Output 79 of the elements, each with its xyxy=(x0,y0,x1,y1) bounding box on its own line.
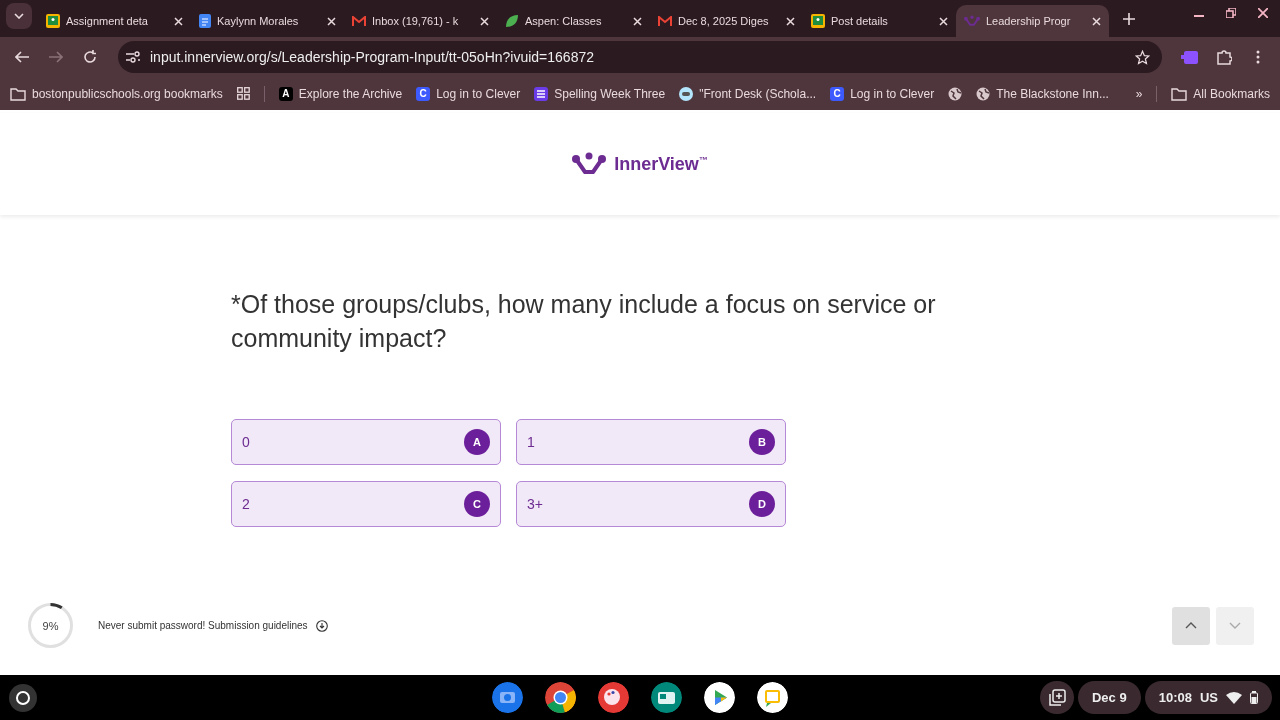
answer-option[interactable]: 2 C xyxy=(231,481,501,527)
more-bookmarks-button[interactable]: » xyxy=(1135,86,1143,101)
gallery-icon xyxy=(1048,688,1066,707)
browser-tab[interactable]: Assignment deta xyxy=(38,5,191,37)
battery-icon xyxy=(1250,691,1258,704)
mail-icon xyxy=(352,15,366,27)
classroom-icon xyxy=(811,14,825,28)
close-icon[interactable] xyxy=(327,16,336,26)
forward-arrow-icon[interactable] xyxy=(49,51,63,63)
puzzle-icon[interactable] xyxy=(1216,49,1232,65)
extension-icon[interactable] xyxy=(1181,49,1199,65)
launcher-icon[interactable] xyxy=(8,682,38,713)
close-icon[interactable] xyxy=(633,16,642,26)
globe-icon xyxy=(976,86,991,101)
browser-tab[interactable]: Inbox (19,761) - k xyxy=(344,5,497,37)
date-button[interactable]: Dec 9 xyxy=(1078,681,1141,714)
chevron-down-icon xyxy=(14,13,24,19)
robot-icon xyxy=(679,86,694,101)
bookmark-item[interactable]: Spelling Week Three xyxy=(534,86,666,101)
chevron-down-icon xyxy=(1229,622,1241,629)
bookmark-item[interactable]: The Blackstone Inn... xyxy=(976,86,1109,101)
browser-tab[interactable]: Dec 8, 2025 Diges xyxy=(650,5,803,37)
close-icon[interactable] xyxy=(1258,7,1268,18)
folder-icon xyxy=(1171,86,1188,101)
camera-app-icon[interactable] xyxy=(492,682,523,713)
reload-icon[interactable] xyxy=(83,50,97,64)
close-icon[interactable] xyxy=(1092,16,1101,26)
play-store-app-icon[interactable] xyxy=(704,682,735,713)
logo-text: InnerView$^{™}$ xyxy=(614,153,708,175)
classroom-icon xyxy=(46,14,60,28)
close-icon[interactable] xyxy=(939,16,948,26)
folder-icon xyxy=(10,86,26,101)
leaf-icon xyxy=(505,14,519,28)
status-tray[interactable]: 10:08 US xyxy=(1144,681,1272,714)
download-icon[interactable] xyxy=(315,619,328,632)
bookmark-item[interactable]: bostonpublicschools.org bookmarks xyxy=(10,86,223,101)
browser-tab[interactable]: Kaylynn Morales xyxy=(191,5,344,37)
star-icon[interactable] xyxy=(1135,49,1150,65)
bookmark-item[interactable]: "Front Desk (Schola... xyxy=(679,86,817,101)
bookmark-item[interactable] xyxy=(948,86,963,101)
browser-tab[interactable]: Post details xyxy=(803,5,956,37)
bookmark-item[interactable]: C Log in to Clever xyxy=(416,86,521,101)
close-icon[interactable] xyxy=(480,16,489,26)
answer-option[interactable]: 0 A xyxy=(231,419,501,465)
wifi-icon xyxy=(1226,691,1242,704)
progress-ring: 9% xyxy=(27,602,74,649)
footer-note: Never submit password! Submission guidelines xyxy=(98,620,308,631)
site-settings-icon[interactable] xyxy=(126,51,140,63)
answer-option[interactable]: 3+ D xyxy=(516,481,786,527)
question-text: *Of those groups/clubs, how many include a focus on service or community impact? xyxy=(231,289,937,354)
more-icon[interactable] xyxy=(1256,50,1260,64)
bookmark-item[interactable]: A Explore the Archive xyxy=(278,86,403,101)
chevron-up-icon xyxy=(1185,622,1197,629)
tab-search-button[interactable] xyxy=(6,3,32,29)
holding-space-button[interactable] xyxy=(1040,681,1074,714)
globe-icon xyxy=(948,86,963,101)
apps-grid-icon[interactable] xyxy=(236,87,250,100)
logo-icon xyxy=(572,152,607,176)
back-arrow-icon[interactable] xyxy=(15,51,29,63)
list-icon xyxy=(534,86,549,101)
chat-app-icon[interactable] xyxy=(757,682,788,713)
letter-icon: C xyxy=(416,86,431,101)
browser-tab[interactable]: Aspen: Classes xyxy=(497,5,650,37)
card-app-icon[interactable] xyxy=(651,682,682,713)
bookmark-item[interactable]: C Log in to Clever xyxy=(830,86,935,101)
new-tab-icon[interactable] xyxy=(1123,13,1135,25)
letter-icon: C xyxy=(830,86,845,101)
browser-app-icon[interactable] xyxy=(545,682,576,713)
answer-option[interactable]: 1 B xyxy=(516,419,786,465)
close-icon[interactable] xyxy=(786,16,795,26)
letter-icon: A xyxy=(278,86,293,101)
address-bar[interactable]: input.innerview.org/s/Leadership-Program-Input/tt-05oHn?ivuid=166872 xyxy=(118,41,1162,73)
document-icon xyxy=(199,14,211,28)
logo-icon xyxy=(964,15,980,27)
mail-icon xyxy=(658,15,672,27)
restore-icon[interactable] xyxy=(1226,7,1236,18)
close-icon[interactable] xyxy=(174,16,183,26)
browser-tab[interactable]: Leadership Progr xyxy=(956,5,1109,37)
all-bookmarks-button[interactable]: All Bookmarks xyxy=(1171,86,1270,101)
